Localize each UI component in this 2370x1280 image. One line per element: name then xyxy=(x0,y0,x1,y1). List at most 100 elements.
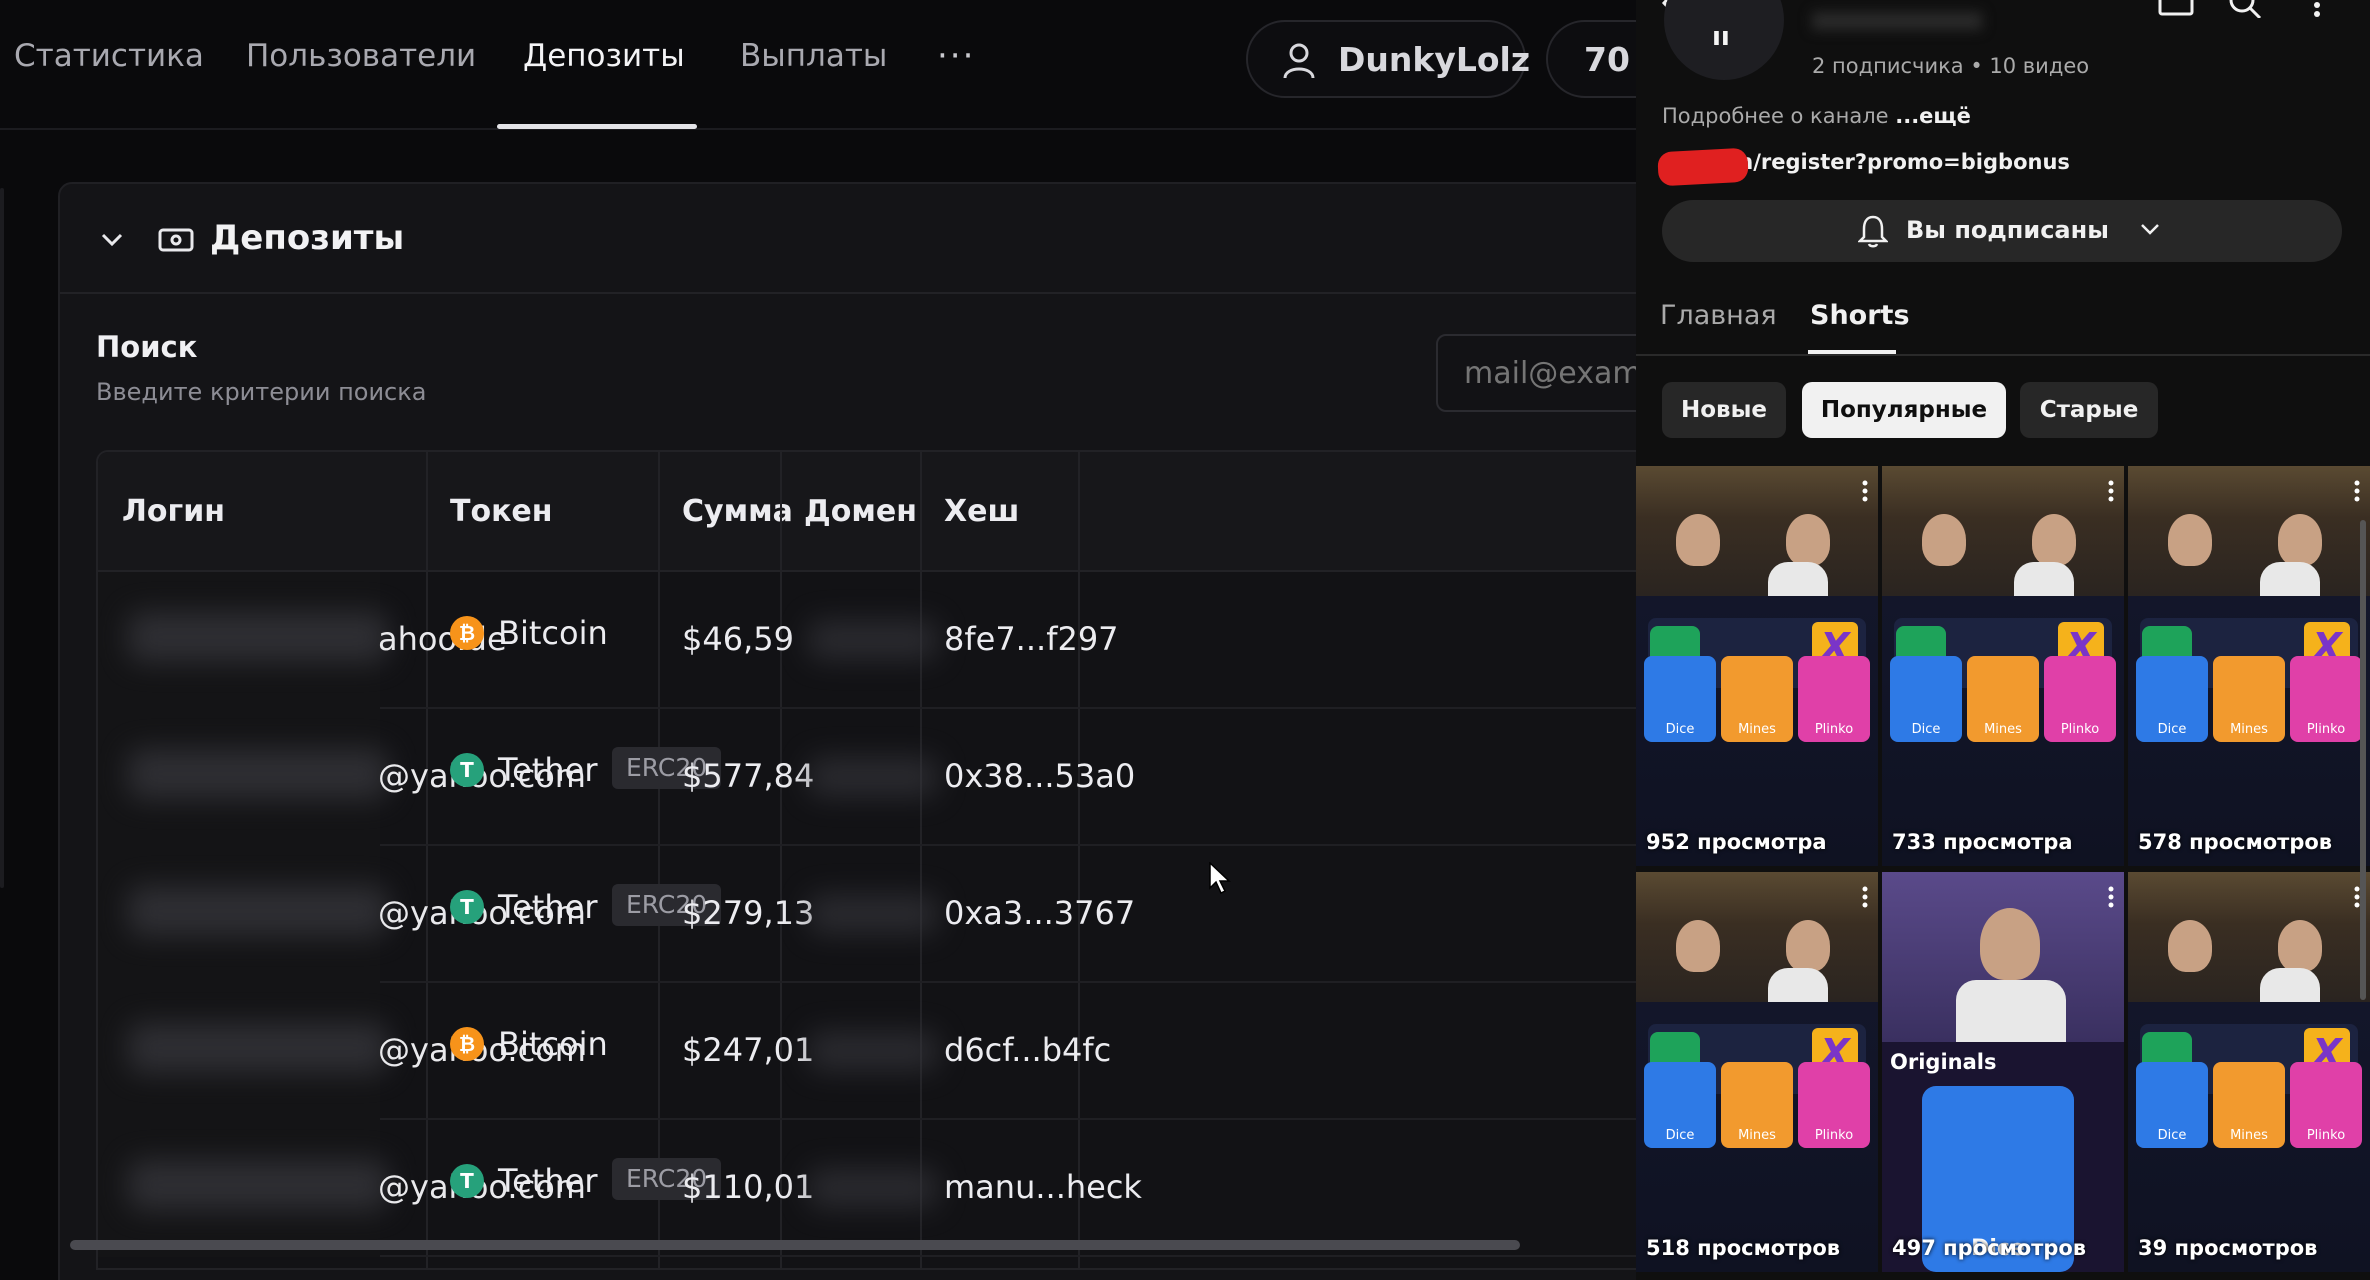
short-video-thumbnail[interactable]: X Dice Mines Plinko 733 просмотра xyxy=(1882,466,2124,866)
blurred-text xyxy=(128,886,388,936)
more-vertical-icon[interactable] xyxy=(1862,886,1868,908)
person-face xyxy=(2278,514,2322,566)
chip-new[interactable]: Новые xyxy=(1662,382,1786,438)
plinko-game-card: Plinko xyxy=(1798,656,1870,742)
mines-game-card: Mines xyxy=(1967,656,2039,742)
plinko-game-card: Plinko xyxy=(2290,1062,2362,1148)
dice-game-card: Dice xyxy=(1890,656,1962,742)
nav-payouts[interactable]: Выплаты xyxy=(740,38,887,74)
table-row[interactable]: @yahoo.comTTetherERC20$110,01manu...heck xyxy=(98,1120,1636,1257)
short-video-thumbnail[interactable]: X Dice Mines Plinko 952 просмотра xyxy=(1636,466,1878,866)
search-title: Поиск xyxy=(96,330,198,364)
hash-cell[interactable]: 0x38...53a0 xyxy=(944,757,1135,795)
token-cell: Bitcoin xyxy=(498,1025,608,1063)
plinko-game-card: Plinko xyxy=(2044,656,2116,742)
person-face xyxy=(1676,514,1720,566)
table-row[interactable]: @yahoo.com₿Bitcoin$247,01d6cf...b4fc xyxy=(98,983,1636,1120)
deposits-table: Логин Токен Сумма Домен Хеш ahoo.de ₿ Bitc… xyxy=(96,450,1636,1270)
view-count: 518 просмотров xyxy=(1646,1236,1841,1260)
header-sum[interactable]: Сумма xyxy=(682,494,793,529)
header-login[interactable]: Логин xyxy=(122,494,225,529)
left-edge-bar xyxy=(0,188,4,888)
dice-game-card: Dice xyxy=(1644,656,1716,742)
blurred-text xyxy=(128,612,388,662)
chevron-down-icon[interactable] xyxy=(100,228,124,252)
token-cell: Tether xyxy=(498,751,598,789)
token-cell: Tether xyxy=(498,888,598,926)
nav-statistics[interactable]: Статистика xyxy=(14,38,204,74)
person-face xyxy=(1980,908,2040,980)
more-vertical-icon[interactable] xyxy=(2312,0,2322,18)
webcam-frame xyxy=(1882,872,2124,1042)
originals-label: Originals xyxy=(1890,1050,1997,1074)
tab-home[interactable]: Главная xyxy=(1660,300,1777,331)
bitcoin-icon: ₿ xyxy=(450,616,484,650)
domain-redacted xyxy=(808,757,938,797)
admin-panel: Статистика Пользователи Депозиты Выплаты… xyxy=(0,0,1636,1280)
header-domain[interactable]: Домен xyxy=(804,494,917,529)
table-row[interactable]: ahoo.de ₿ Bitcoin $46,59 8fe7...f297 xyxy=(98,572,1636,709)
game-cards: Dice Mines Plinko xyxy=(1644,1062,1870,1148)
shorts-grid: X Dice Mines Plinko 952 просмотра X Dice Mines P… xyxy=(1636,466,2370,1280)
balance-pill[interactable]: 70 xyxy=(1546,20,1636,98)
bell-icon xyxy=(1858,215,1888,248)
mines-game-card: Mines xyxy=(1721,1062,1793,1148)
subscribed-button[interactable]: Вы подписаны xyxy=(1662,200,2342,262)
vertical-scrollbar[interactable] xyxy=(2360,520,2366,1000)
nav-more-button[interactable]: ··· xyxy=(937,36,975,76)
more-vertical-icon[interactable] xyxy=(2108,886,2114,908)
hash-cell[interactable]: d6cf...b4fc xyxy=(944,1031,1111,1069)
nav-active-indicator xyxy=(497,124,697,129)
game-cards: Dice Mines Plinko xyxy=(2136,656,2362,742)
short-video-thumbnail[interactable]: X Dice Mines Plinko 39 просмотров xyxy=(2128,872,2370,1272)
header-token[interactable]: Токен xyxy=(450,494,553,529)
short-video-thumbnail[interactable]: X Dice Mines Plinko 518 просмотров xyxy=(1636,872,1878,1272)
view-count: 497 просмотров xyxy=(1892,1236,2087,1260)
horizontal-scrollbar[interactable] xyxy=(70,1240,1520,1250)
hash-cell[interactable]: 8fe7...f297 xyxy=(944,620,1119,658)
subscribed-label: Вы подписаны xyxy=(1906,216,2109,244)
webcam-frame xyxy=(1636,872,1878,1008)
table-row[interactable]: @yahoo.comTTetherERC20$577,840x38...53a0 xyxy=(98,709,1636,846)
person-face xyxy=(1786,514,1830,566)
view-count: 578 просмотров xyxy=(2138,830,2333,854)
person-face xyxy=(2032,514,2076,566)
hash-cell[interactable]: manu...heck xyxy=(944,1168,1142,1206)
more-vertical-icon[interactable] xyxy=(2108,480,2114,502)
about-more-link[interactable]: ...ещё xyxy=(1895,104,1971,128)
tether-icon: T xyxy=(450,753,484,787)
cast-icon[interactable] xyxy=(2154,0,2194,18)
person-face xyxy=(1676,920,1720,972)
search-input[interactable] xyxy=(1436,334,1636,412)
webcam-frame xyxy=(1636,466,1878,602)
nav-users[interactable]: Пользователи xyxy=(246,38,476,74)
domain-redacted xyxy=(808,1168,938,1208)
webcam-frame xyxy=(2128,872,2370,1008)
game-cards: Dice Mines Plinko xyxy=(2136,1062,2362,1148)
short-video-thumbnail[interactable]: Originals Dice 497 просмотров xyxy=(1882,872,2124,1272)
channel-avatar[interactable] xyxy=(1664,0,1784,80)
header-hash[interactable]: Хеш xyxy=(944,494,1019,529)
webcam-frame xyxy=(1882,466,2124,602)
tab-shorts[interactable]: Shorts xyxy=(1810,300,1910,331)
hash-cell[interactable]: 0xa3...3767 xyxy=(944,894,1135,932)
card-header[interactable]: Депозиты xyxy=(60,184,1636,294)
person-shirt xyxy=(1956,980,2066,1042)
domain-redacted xyxy=(808,1031,938,1071)
more-vertical-icon[interactable] xyxy=(2354,480,2360,502)
chip-old[interactable]: Старые xyxy=(2020,382,2158,438)
channel-about[interactable]: Подробнее о канале ...ещё xyxy=(1662,104,1971,128)
chip-popular[interactable]: Популярные xyxy=(1802,382,2006,438)
youtube-channel-panel: 2 подписчика • 10 видео Подробнее о кана… xyxy=(1636,0,2370,1280)
person-face xyxy=(2278,920,2322,972)
sum-cell: $247,01 xyxy=(682,1031,815,1069)
table-row[interactable]: @yahoo.comTTetherERC20$279,130xa3...3767 xyxy=(98,846,1636,983)
short-video-thumbnail[interactable]: X Dice Mines Plinko 578 просмотров xyxy=(2128,466,2370,866)
search-icon[interactable] xyxy=(2228,0,2264,18)
sum-cell: $110,01 xyxy=(682,1168,815,1206)
mouse-cursor-icon xyxy=(1209,862,1231,894)
user-menu-button[interactable]: DunkyLolz xyxy=(1246,20,1530,98)
nav-deposits[interactable]: Депозиты xyxy=(523,38,685,74)
person-face xyxy=(2168,514,2212,566)
more-vertical-icon[interactable] xyxy=(1862,480,1868,502)
